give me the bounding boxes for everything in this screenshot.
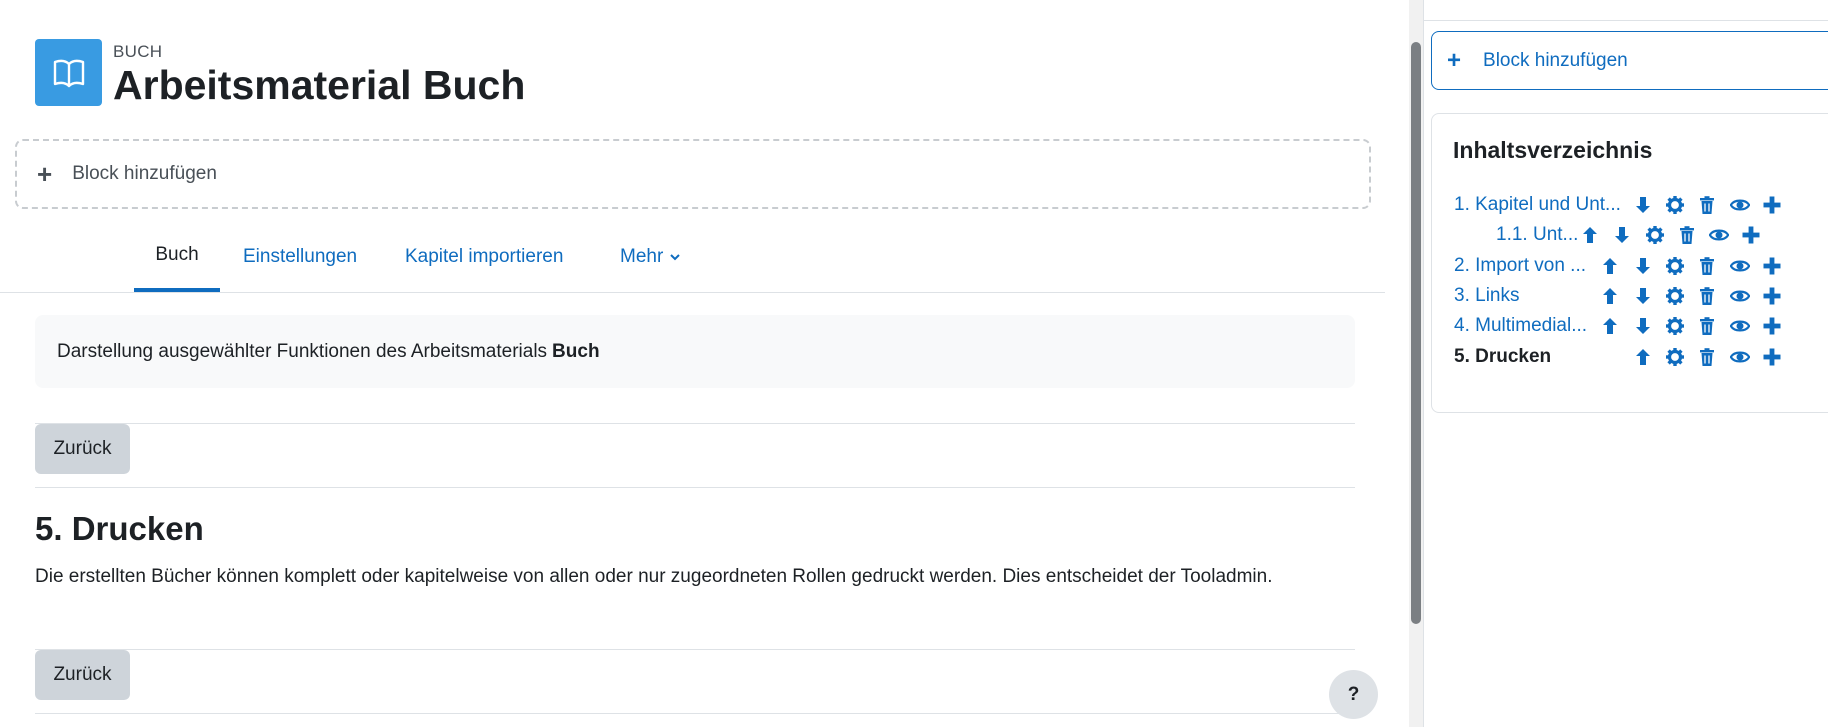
plus-icon[interactable] [1760, 345, 1784, 369]
book-activity-icon [35, 39, 102, 106]
gear-icon[interactable] [1643, 223, 1667, 247]
toc-title: Inhaltsverzeichnis [1453, 137, 1653, 163]
drawer-add-block-button[interactable]: + Block hinzufügen [1431, 31, 1828, 90]
tab-label: Mehr [620, 246, 664, 267]
eye-icon[interactable] [1728, 284, 1752, 308]
toc-item: 2. Import von ... [1454, 252, 1586, 280]
eye-icon[interactable] [1728, 345, 1752, 369]
page-title: Arbeitsmaterial Buch [113, 62, 526, 108]
tab-label: Einstellungen [243, 246, 358, 267]
arrow-down-icon[interactable] [1631, 284, 1655, 308]
chevron-down-icon [670, 254, 681, 261]
tab-mehr[interactable]: Mehr [620, 222, 681, 292]
plus-icon[interactable] [1760, 254, 1784, 278]
trash-icon[interactable] [1695, 314, 1719, 338]
chapter-heading: 5. Drucken [35, 510, 204, 547]
arrow-up-icon[interactable] [1598, 284, 1622, 308]
arrow-up-icon[interactable] [1598, 254, 1622, 278]
intro-text: Darstellung ausgewählter Funktionen des … [57, 340, 548, 362]
divider [1424, 20, 1828, 21]
arrow-down-icon[interactable] [1631, 254, 1655, 278]
plus-icon[interactable] [1760, 193, 1784, 217]
eye-icon[interactable] [1728, 314, 1752, 338]
back-button-top[interactable]: Zurück [35, 424, 130, 474]
gear-icon[interactable] [1663, 284, 1687, 308]
plus-icon: + [1447, 46, 1462, 74]
plus-icon[interactable] [1739, 223, 1763, 247]
divider [35, 713, 1355, 714]
plus-icon[interactable] [1760, 284, 1784, 308]
toc-item-link[interactable]: 1. Kapitel und Unt... [1454, 194, 1621, 216]
gear-icon[interactable] [1663, 345, 1687, 369]
toc-item-current-label: 5. Drucken [1454, 346, 1552, 367]
tab-buch[interactable]: Buch [134, 222, 220, 292]
add-block-button[interactable]: + Block hinzufügen [15, 139, 1371, 209]
toc-item: 1.1. Unt... [1496, 221, 1578, 249]
divider [35, 423, 1355, 424]
tab-einstellungen[interactable]: Einstellungen [243, 222, 357, 292]
toc-item-link[interactable]: 4. Multimedial... [1454, 315, 1587, 337]
open-book-icon [53, 59, 84, 87]
trash-icon[interactable] [1695, 254, 1719, 278]
arrow-up-icon[interactable] [1631, 345, 1655, 369]
plus-icon: + [37, 159, 53, 189]
toc-item-link[interactable]: 1.1. Unt... [1496, 224, 1578, 246]
plus-icon[interactable] [1760, 314, 1784, 338]
tab-kapitel-importieren[interactable]: Kapitel importieren [405, 222, 563, 292]
secondary-navigation: Buch Einstellungen Kapitel importieren M… [0, 222, 1385, 293]
arrow-up-icon[interactable] [1598, 314, 1622, 338]
trash-icon[interactable] [1695, 345, 1719, 369]
eye-icon[interactable] [1728, 193, 1752, 217]
tab-label: Kapitel importieren [405, 246, 564, 267]
scrollbar-thumb[interactable] [1411, 42, 1421, 624]
add-block-label: Block hinzufügen [1483, 49, 1628, 71]
tab-label: Buch [155, 244, 199, 265]
gear-icon[interactable] [1663, 254, 1687, 278]
arrow-down-icon[interactable] [1631, 314, 1655, 338]
divider [35, 487, 1355, 488]
chapter-text: Die erstellten Bücher können komplett od… [35, 566, 1273, 587]
toc-item: 5. Drucken [1454, 343, 1551, 371]
back-button-bottom[interactable]: Zurück [35, 650, 130, 700]
toc-item-link[interactable]: 2. Import von ... [1454, 255, 1586, 277]
intro-box: Darstellung ausgewählter Funktionen des … [35, 315, 1355, 388]
toc-item: 1. Kapitel und Unt... [1454, 191, 1621, 219]
add-block-label: Block hinzufügen [72, 163, 217, 184]
arrow-down-icon[interactable] [1631, 193, 1655, 217]
toc-item-link[interactable]: 3. Links [1454, 285, 1519, 307]
gear-icon[interactable] [1663, 193, 1687, 217]
toc-item: 4. Multimedial... [1454, 312, 1587, 340]
trash-icon[interactable] [1675, 223, 1699, 247]
help-button[interactable]: ? [1329, 670, 1378, 719]
arrow-down-icon[interactable] [1610, 223, 1634, 247]
toc-item: 3. Links [1454, 282, 1519, 310]
trash-icon[interactable] [1695, 193, 1719, 217]
eye-icon[interactable] [1707, 223, 1731, 247]
activity-type-label: BUCH [113, 42, 163, 61]
divider [35, 649, 1355, 650]
arrow-up-icon[interactable] [1578, 223, 1602, 247]
gear-icon[interactable] [1663, 314, 1687, 338]
eye-icon[interactable] [1728, 254, 1752, 278]
trash-icon[interactable] [1695, 284, 1719, 308]
intro-bold-text: Buch [552, 340, 600, 362]
